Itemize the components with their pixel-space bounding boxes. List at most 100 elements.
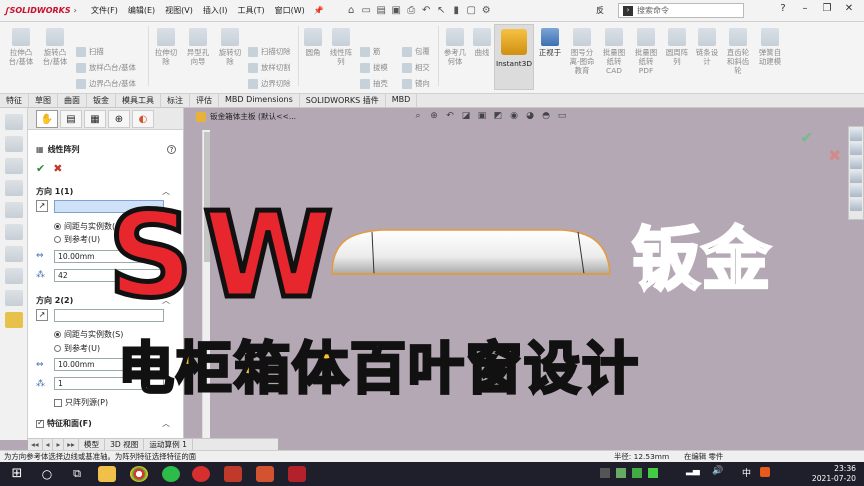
minimize-button[interactable]: – (794, 3, 816, 14)
ime-indicator[interactable]: 中 (742, 466, 751, 479)
previous-view-icon[interactable]: ↶ (442, 111, 458, 121)
search-icon[interactable]: ○ (38, 466, 56, 482)
task-view-icon[interactable]: ⧉ (68, 466, 86, 482)
print-icon[interactable]: ⎙ (404, 5, 419, 16)
confirm-corner-ok-icon[interactable]: ✔ (800, 128, 813, 147)
strip-tool-icon[interactable] (4, 202, 23, 218)
intersect-button[interactable]: 相交 (402, 62, 430, 73)
strip-tool-icon[interactable] (4, 158, 23, 174)
features-faces-group-header[interactable]: 特征和面(F)︿ (28, 418, 184, 429)
sogou-ime-icon[interactable] (760, 467, 770, 477)
batch-to-pdf-button[interactable]: 批量图 纸转 PDF (630, 28, 662, 75)
boundary-boss-button[interactable]: 边界凸台/基体 (76, 78, 136, 89)
help-icon[interactable]: ? (772, 3, 794, 14)
system-clock[interactable]: 23:36 2021-07-20 (812, 464, 856, 484)
hole-wizard-button[interactable]: 异型孔 向导 (182, 28, 214, 66)
tab-mbd[interactable]: MBD (386, 94, 418, 107)
tab-surfaces[interactable]: 曲面 (58, 94, 87, 107)
powerpoint-icon[interactable] (256, 466, 274, 482)
tab-mold-tools[interactable]: 模具工具 (116, 94, 161, 107)
nav-last-icon[interactable]: ▸▸ (64, 439, 79, 450)
tab-features[interactable]: 特征 (0, 94, 29, 107)
hide-show-icon[interactable]: ◉ (506, 111, 522, 121)
tab-motion-study[interactable]: 运动算例 1 (144, 439, 193, 450)
select-icon[interactable]: ↖ (434, 5, 449, 16)
network-icon[interactable]: ▂▄ (686, 466, 700, 476)
display-manager-tab-icon[interactable]: ◐ (132, 109, 154, 128)
nav-first-icon[interactable]: ◂◂ (28, 439, 43, 450)
new-icon[interactable]: ▭ (359, 5, 374, 16)
revolve-cut-button[interactable]: 旋转切 除 (214, 28, 246, 66)
revolve-boss-button[interactable]: 旋转凸 台/基体 (38, 28, 72, 66)
chevron-right-icon[interactable]: › (74, 6, 77, 15)
lofted-cut-button[interactable]: 放样切割 (248, 62, 291, 73)
wechat-icon[interactable] (162, 466, 180, 482)
ok-button[interactable]: ✔ (36, 162, 45, 175)
nav-next-icon[interactable]: ▸ (53, 439, 65, 450)
custom-properties-icon[interactable] (850, 199, 862, 211)
collapse-icon[interactable]: ︿ (162, 418, 170, 429)
strip-tool-icon[interactable] (4, 290, 23, 306)
document-tree-header[interactable]: 钣金箱体主板 (默认<<... (196, 111, 296, 122)
solidworks-resources-icon[interactable] (850, 129, 862, 141)
strip-tool-icon[interactable] (4, 268, 23, 284)
section-view-icon[interactable]: ◪ (458, 111, 474, 121)
draft-button[interactable]: 拔模 (360, 62, 388, 73)
configuration-manager-tab-icon[interactable]: ▦ (84, 109, 106, 128)
drawing-split-button[interactable]: 图号分 离-图命 教育 (566, 28, 598, 75)
direction-arrow-icon[interactable]: ↗ (36, 200, 48, 212)
search-input[interactable]: › 搜索命令 (618, 3, 744, 18)
cancel-button[interactable]: ✖ (53, 162, 62, 175)
menu-file[interactable]: 文件(F) (86, 5, 123, 16)
view-orientation-icon[interactable]: ▣ (474, 111, 490, 121)
file-explorer-icon[interactable] (850, 157, 862, 169)
design-library-icon[interactable] (4, 312, 23, 328)
file-properties-icon[interactable]: ▢ (464, 5, 479, 16)
solidworks-taskbar-icon[interactable] (224, 466, 242, 482)
tab-evaluate[interactable]: 评估 (190, 94, 219, 107)
menu-edit[interactable]: 编辑(E) (123, 5, 160, 16)
direction-arrow-icon[interactable]: ↗ (36, 309, 48, 321)
tray-app-icon[interactable] (616, 468, 626, 478)
dimxpert-tab-icon[interactable]: ⊕ (108, 109, 130, 128)
display-style-icon[interactable]: ◩ (490, 111, 506, 121)
instant3d-button[interactable]: Instant3D (494, 24, 534, 90)
pin-icon[interactable]: 📌 (314, 6, 324, 15)
zoom-area-icon[interactable]: ⊕ (426, 111, 442, 121)
tab-markup[interactable]: 标注 (161, 94, 190, 107)
nav-prev-icon[interactable]: ◂ (43, 439, 54, 450)
normal-to-button[interactable]: 正视于 (536, 28, 564, 57)
strip-tool-icon[interactable] (4, 136, 23, 152)
linear-pattern-button[interactable]: 线性阵 列 (326, 28, 356, 66)
feature-manager-tab-icon[interactable]: ✋ (36, 109, 58, 128)
property-manager-tab-icon[interactable]: ▤ (60, 109, 82, 128)
tab-mbd-dimensions[interactable]: MBD Dimensions (219, 94, 300, 107)
acrobat-icon[interactable] (288, 466, 306, 482)
open-icon[interactable]: ▤ (374, 5, 389, 16)
mirror-button[interactable]: 镜向 (402, 78, 430, 89)
scene-icon[interactable]: ◓ (538, 111, 554, 121)
tray-app-icon[interactable] (648, 468, 658, 478)
rib-button[interactable]: 筋 (360, 46, 380, 57)
menu-window[interactable]: 窗口(W) (270, 5, 310, 16)
sweep-button[interactable]: 扫描 (76, 46, 104, 57)
extrude-boss-button[interactable]: 拉伸凸 台/基体 (4, 28, 38, 66)
file-explorer-icon[interactable] (98, 466, 116, 482)
chain-design-button[interactable]: 链条设 计 (692, 28, 722, 66)
wrap-button[interactable]: 包覆 (402, 46, 430, 57)
tab-sketch[interactable]: 草图 (29, 94, 58, 107)
view-settings-icon[interactable]: ▭ (554, 111, 570, 121)
help-icon[interactable]: ? (167, 145, 176, 154)
shell-button[interactable]: 抽壳 (360, 78, 388, 89)
view-palette-icon[interactable] (850, 171, 862, 183)
close-button[interactable]: ✕ (838, 3, 860, 14)
menu-view[interactable]: 视图(V) (160, 5, 198, 16)
tab-solidworks-addins[interactable]: SOLIDWORKS 插件 (300, 94, 386, 107)
strip-tool-icon[interactable] (4, 180, 23, 196)
tray-app-icon[interactable] (600, 468, 610, 478)
menu-tools[interactable]: 工具(T) (232, 5, 269, 16)
options-icon[interactable]: ⚙ (479, 5, 494, 16)
spring-modeling-button[interactable]: 弹簧自 动建模 (754, 28, 786, 66)
swept-cut-button[interactable]: 扫描切除 (248, 46, 291, 57)
appearances-icon[interactable] (850, 185, 862, 197)
